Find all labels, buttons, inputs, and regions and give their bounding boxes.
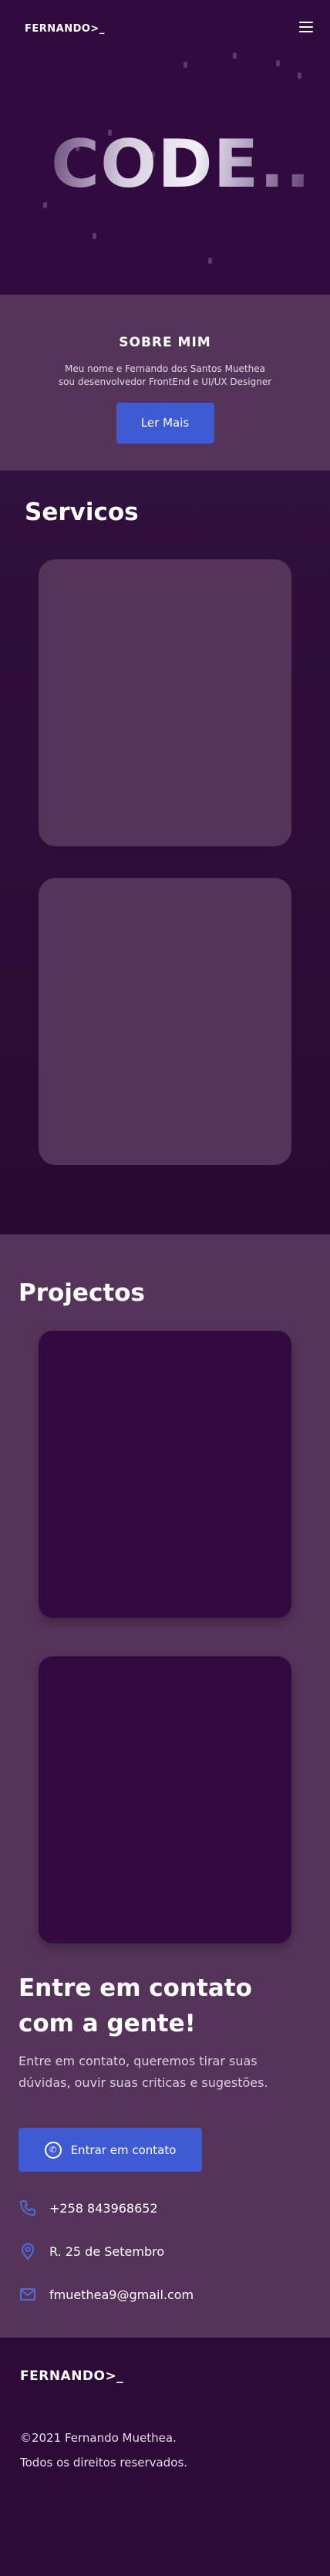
footer: FERNANDO>_ ©2021 Fernando Muethea. Todos… (0, 2338, 330, 2576)
projects-title: Projectos (19, 1279, 145, 1307)
contact-title-line-1: Entre em contato (19, 1974, 252, 2002)
decorative-dot (43, 202, 47, 208)
projects-section: Projectos Entre em contato com a gente! … (0, 1234, 330, 2338)
location-pin-icon (21, 2243, 35, 2260)
decorative-dot (93, 233, 96, 239)
contact-title-line-2: com a gente! (19, 2010, 196, 2038)
contact-desc-line-2: dúvidas, ouvir suas criticas e sugestões… (19, 2075, 268, 2090)
project-card[interactable] (39, 1331, 291, 1618)
whatsapp-icon: ✆ (44, 2141, 62, 2159)
services-section: Servicos (0, 471, 330, 1234)
decorative-dot (233, 52, 237, 59)
copyright-text: ©2021 Fernando Muethea. (20, 2431, 177, 2445)
footer-logo[interactable]: FERNANDO>_ (20, 2368, 123, 2384)
decorative-dot (276, 60, 280, 66)
hamburger-icon[interactable] (299, 22, 313, 32)
about-section: SOBRE MIM Meu nome e Fernando dos Santos… (0, 295, 330, 471)
contact-button-label: Entrar em contato (70, 2142, 177, 2157)
contact-button[interactable]: ✆ Entrar em contato (19, 2128, 202, 2172)
about-description: Meu nome e Fernando dos Santos Muethea s… (0, 363, 330, 389)
site-logo[interactable]: FERNANDO>_ (25, 23, 105, 35)
read-more-button[interactable]: Ler Mais (116, 403, 214, 444)
address-text: R. 25 de Setembro (49, 2243, 165, 2259)
phone-row[interactable]: +258 843968652 (19, 2199, 158, 2217)
contact-desc-line-1: Entre em contato, queremos tirar suas (19, 2054, 258, 2068)
footer-copy: ©2021 Fernando Muethea. Todos os direito… (20, 2426, 187, 2475)
address-row[interactable]: R. 25 de Setembro (19, 2242, 164, 2260)
email-row[interactable]: fmuethea9@gmail.com (19, 2285, 194, 2304)
contact-description: Entre em contato, queremos tirar suas dú… (19, 2051, 296, 2094)
about-line-1: Meu nome e Fernando dos Santos Muethea (65, 363, 265, 374)
project-card[interactable] (39, 1656, 291, 1943)
decorative-dot (208, 258, 212, 264)
hero-section: FERNANDO>_ CODE.. (0, 0, 330, 295)
about-line-2: sou desenvolvedor FrontEnd e UI/UX Desig… (58, 376, 272, 387)
phone-number: +258 843968652 (49, 2200, 158, 2216)
service-card[interactable] (39, 878, 291, 1165)
hero-title: CODE.. (51, 126, 311, 203)
decorative-dot (298, 73, 301, 79)
rights-text: Todos os direitos reservados. (20, 2456, 188, 2470)
services-title: Servicos (25, 498, 139, 526)
service-card[interactable] (39, 559, 291, 846)
mail-icon (20, 2288, 35, 2301)
contact-title: Entre em contato com a gente! (19, 1970, 273, 2041)
email-text: fmuethea9@gmail.com (49, 2287, 194, 2302)
about-title: SOBRE MIM (119, 335, 211, 350)
decorative-dot (184, 62, 187, 68)
phone-icon (20, 2200, 35, 2216)
